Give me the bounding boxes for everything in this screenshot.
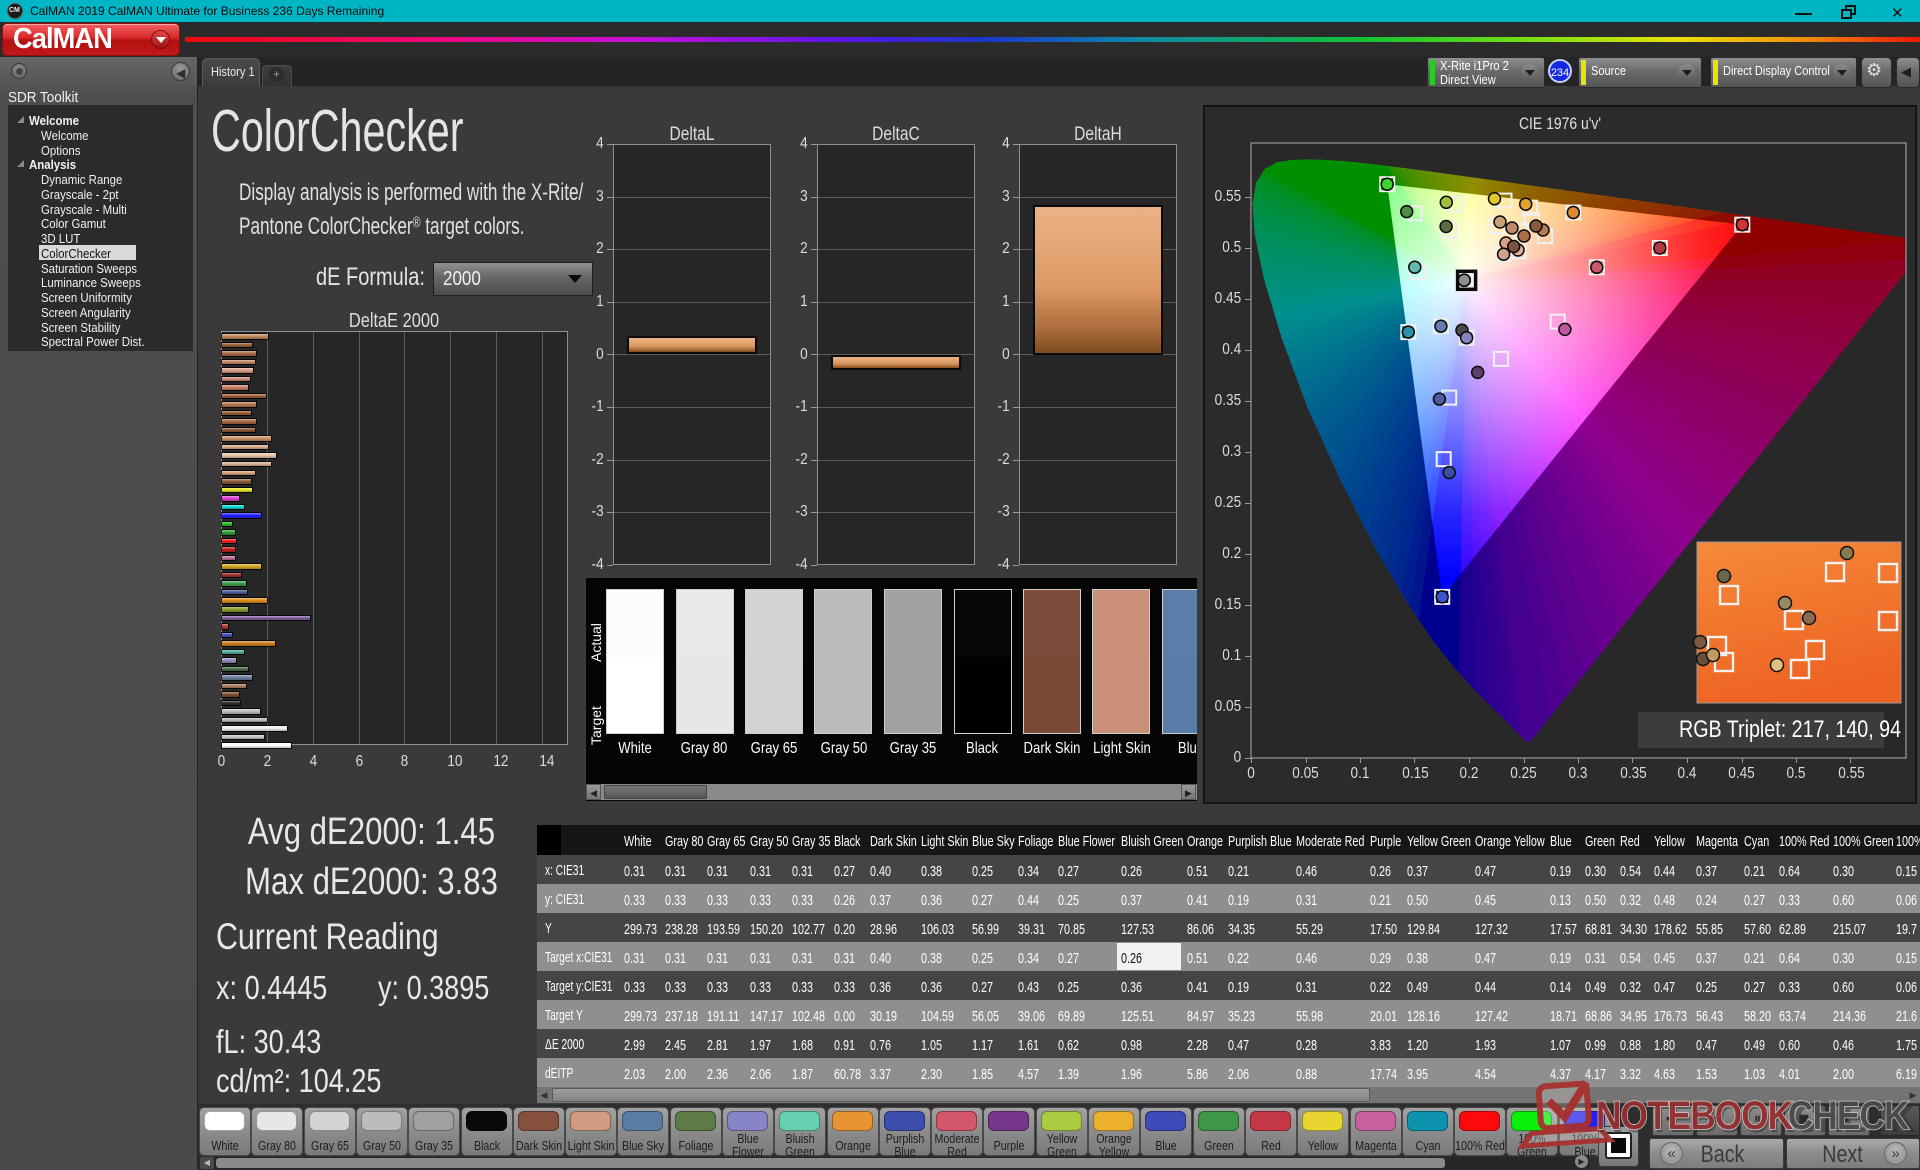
svg-text:CHECK: CHECK (1788, 1093, 1909, 1138)
svg-text:NOTEBOOK: NOTEBOOK (1596, 1093, 1793, 1138)
